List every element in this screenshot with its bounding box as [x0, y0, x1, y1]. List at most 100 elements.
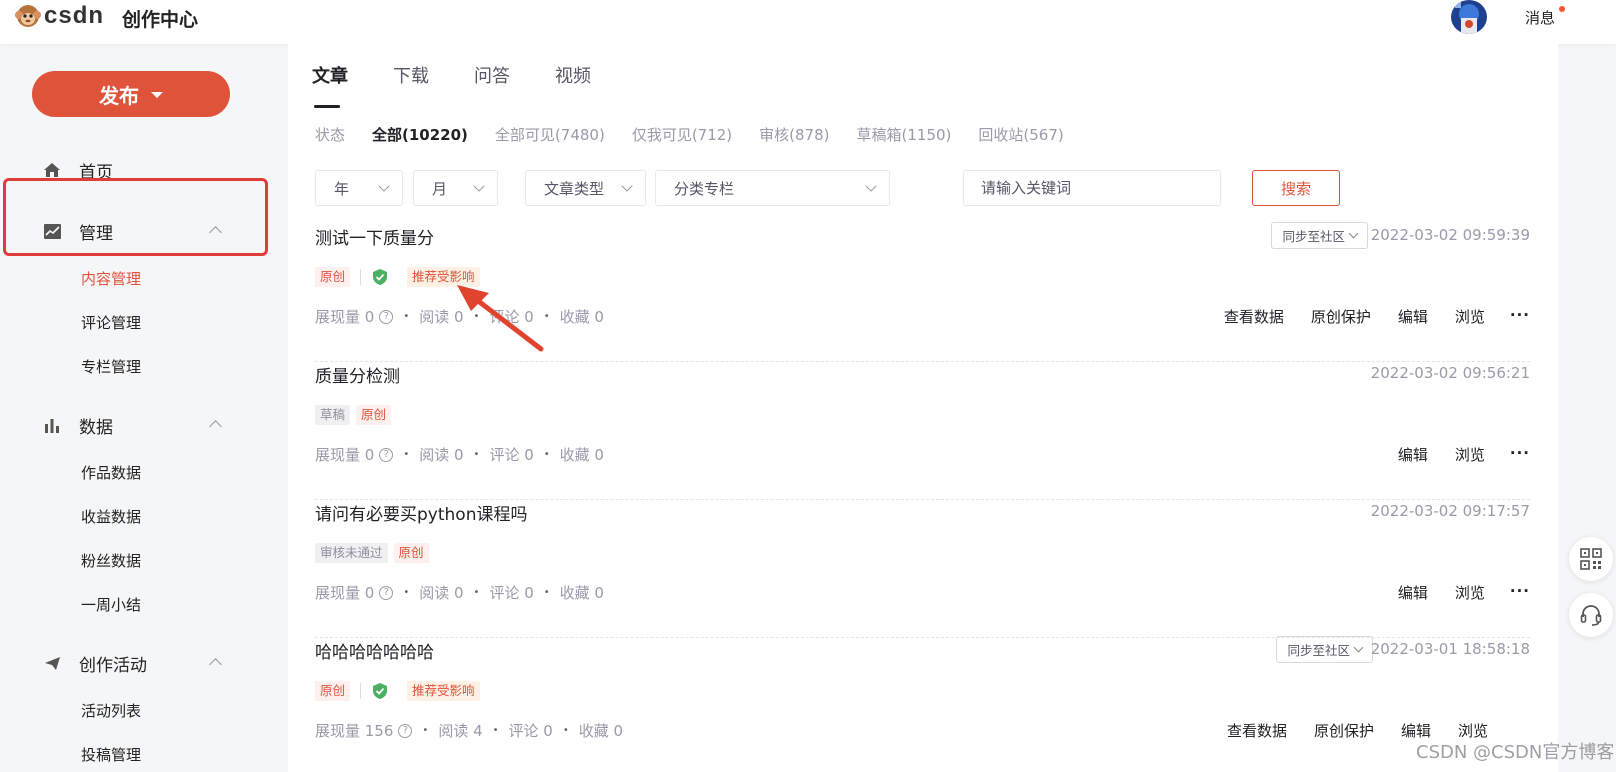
- sync-label: 同步至社区: [1282, 229, 1345, 244]
- chevron-down-icon: [473, 180, 485, 192]
- tab-downloads[interactable]: 下载: [393, 62, 429, 88]
- comments-count: 评论 0: [489, 446, 534, 464]
- help-icon[interactable]: ?: [398, 723, 413, 738]
- headset-icon: [1580, 605, 1602, 626]
- sidebar: 发布 首页 管理 内容管理 评论管理 专栏管理 数据 作品数据 收益数据 粉丝数…: [0, 44, 262, 772]
- sidebar-item-activity-list[interactable]: 活动列表: [81, 700, 141, 721]
- article-tags: 审核未通过 原创: [315, 543, 435, 563]
- article-title[interactable]: 哈哈哈哈哈哈哈: [315, 638, 434, 663]
- chevron-down-icon: [865, 180, 877, 192]
- views-count: 展现量 0: [315, 584, 375, 602]
- browse-button[interactable]: 浏览: [1455, 306, 1485, 327]
- qr-code-button[interactable]: [1569, 537, 1613, 581]
- edit-button[interactable]: 编辑: [1398, 444, 1428, 465]
- view-data-button[interactable]: 查看数据: [1224, 306, 1284, 327]
- edit-button[interactable]: 编辑: [1398, 582, 1428, 603]
- sidebar-item-content-manage[interactable]: 内容管理: [81, 268, 141, 289]
- avatar[interactable]: [1451, 0, 1487, 34]
- sync-community-select[interactable]: 同步至社区: [1271, 222, 1368, 249]
- favorites-count: 收藏 0: [559, 308, 604, 326]
- sidebar-item-comment-manage[interactable]: 评论管理: [81, 312, 141, 333]
- more-icon[interactable]: ···: [1510, 582, 1530, 603]
- browse-button[interactable]: 浏览: [1455, 444, 1485, 465]
- filter-drafts[interactable]: 草稿箱(1150): [857, 124, 952, 145]
- csdn-logo[interactable]: CSDN: [14, 2, 104, 30]
- sync-label: 同步至社区: [1287, 643, 1350, 658]
- browse-button[interactable]: 浏览: [1455, 582, 1485, 603]
- filter-private[interactable]: 仅我可见(712): [632, 124, 732, 145]
- separator-dot: •: [543, 449, 550, 460]
- logo-text: CSDN: [44, 2, 105, 29]
- sidebar-group-activity[interactable]: 创作活动: [0, 648, 262, 678]
- year-select[interactable]: 年: [315, 170, 403, 206]
- separator-dot: •: [422, 725, 429, 736]
- separator-dot: •: [473, 449, 480, 460]
- article-title[interactable]: 请问有必要买python课程吗: [315, 500, 527, 525]
- article-stats: 展现量 0 ? • 阅读 0 • 评论 0 • 收藏 0: [315, 582, 604, 603]
- sync-community-select[interactable]: 同步至社区: [1276, 636, 1373, 663]
- content-tabs: 文章 下载 问答 视频: [312, 62, 636, 108]
- original-protect-button[interactable]: 原创保护: [1311, 306, 1371, 327]
- article-actions: 查看数据 原创保护 编辑 浏览 ···: [1197, 306, 1530, 327]
- sidebar-item-submission-manage[interactable]: 投稿管理: [81, 744, 141, 765]
- column-select[interactable]: 分类专栏: [655, 170, 890, 206]
- review-rejected-tag: 审核未通过: [315, 543, 388, 563]
- help-icon[interactable]: ?: [379, 585, 394, 600]
- article-stats: 展现量 156 ? • 阅读 4 • 评论 0 • 收藏 0: [315, 720, 623, 741]
- chevron-down-icon: [378, 180, 390, 192]
- edit-button[interactable]: 编辑: [1398, 306, 1428, 327]
- keyword-search-input[interactable]: [963, 170, 1221, 206]
- article-row: 质量分检测 2022-03-02 09:56:21 草稿 原创 展现量 0 ? …: [315, 360, 1530, 500]
- bar-chart-icon: [42, 415, 62, 435]
- main-panel: 文章 下载 问答 视频 状态 全部(10220) 全部可见(7480) 仅我可见…: [288, 44, 1558, 772]
- original-tag: 原创: [315, 267, 351, 287]
- help-icon[interactable]: ?: [379, 447, 394, 462]
- reads-count: 阅读 0: [419, 584, 464, 602]
- tab-qa[interactable]: 问答: [474, 62, 510, 88]
- favorites-count: 收藏 0: [578, 722, 624, 740]
- message-badge: [1559, 6, 1565, 12]
- sidebar-item-column-manage[interactable]: 专栏管理: [81, 356, 141, 377]
- publish-button[interactable]: 发布: [32, 71, 230, 117]
- sidebar-group-data[interactable]: 数据: [0, 410, 262, 440]
- separator-dot: •: [403, 587, 410, 598]
- filter-review[interactable]: 审核(878): [759, 124, 829, 145]
- sidebar-item-fans-data[interactable]: 粉丝数据: [81, 550, 141, 571]
- search-button[interactable]: 搜索: [1252, 170, 1340, 206]
- favorites-count: 收藏 0: [559, 446, 604, 464]
- views-count: 展现量 156: [315, 722, 394, 740]
- watermark: CSDN @CSDN官方博客: [1416, 742, 1615, 763]
- annotation-highlight-box: [3, 178, 268, 256]
- filter-all[interactable]: 全部(10220): [372, 124, 468, 145]
- separator-dot: •: [473, 587, 480, 598]
- sidebar-group-label: 数据: [79, 417, 113, 438]
- chevron-up-icon[interactable]: [209, 420, 222, 433]
- tab-videos[interactable]: 视频: [555, 62, 591, 88]
- tab-articles[interactable]: 文章: [312, 62, 348, 108]
- separator-dot: •: [492, 725, 499, 736]
- more-icon[interactable]: ···: [1510, 306, 1530, 327]
- article-title[interactable]: 质量分检测: [315, 362, 400, 387]
- article-type-select[interactable]: 文章类型: [525, 170, 646, 206]
- filter-public[interactable]: 全部可见(7480): [495, 124, 605, 145]
- original-protect-button[interactable]: 原创保护: [1314, 720, 1374, 741]
- article-time: 2022-03-01 18:58:18: [1370, 640, 1530, 658]
- filter-trash[interactable]: 回收站(567): [978, 124, 1063, 145]
- separator-dot: •: [543, 587, 550, 598]
- month-select[interactable]: 月: [413, 170, 498, 206]
- sidebar-item-works-data[interactable]: 作品数据: [81, 462, 141, 483]
- view-data-button[interactable]: 查看数据: [1227, 720, 1287, 741]
- chevron-up-icon[interactable]: [209, 658, 222, 671]
- help-icon[interactable]: ?: [379, 309, 394, 324]
- article-time: 2022-03-02 09:56:21: [1370, 364, 1530, 382]
- messages-link[interactable]: 消息: [1525, 7, 1555, 28]
- sidebar-item-weekly-summary[interactable]: 一周小结: [81, 594, 141, 615]
- monkey-logo-icon: [15, 5, 41, 27]
- sidebar-item-income-data[interactable]: 收益数据: [81, 506, 141, 527]
- recommend-affected-tag: 推荐受影响: [407, 681, 480, 701]
- customer-service-button[interactable]: [1569, 593, 1613, 637]
- article-title[interactable]: 测试一下质量分: [315, 224, 434, 249]
- more-icon[interactable]: ···: [1510, 444, 1530, 465]
- sidebar-group-label: 创作活动: [79, 655, 147, 676]
- article-actions: 编辑 浏览 ···: [1371, 444, 1530, 465]
